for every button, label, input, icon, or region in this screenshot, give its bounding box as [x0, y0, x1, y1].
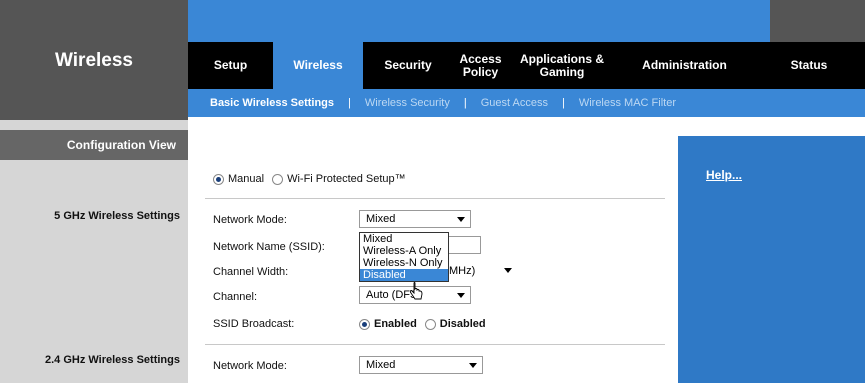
- setup-mode-radio-group: Manual Wi-Fi Protected Setup™: [213, 173, 414, 185]
- section-label-24ghz: 2.4 GHz Wireless Settings: [44, 354, 180, 366]
- dropdown-option-mixed[interactable]: Mixed: [360, 233, 448, 245]
- tab-applications-gaming[interactable]: Applications & Gaming: [508, 42, 616, 89]
- tab-administration[interactable]: Administration: [616, 42, 753, 89]
- wps-label: Wi-Fi Protected Setup™: [287, 173, 406, 185]
- ssid-broadcast-radio-group: Enabled Disabled: [359, 318, 494, 330]
- tab-setup[interactable]: Setup: [188, 42, 273, 89]
- subnav-separator: |: [561, 97, 565, 109]
- subnav-separator: |: [348, 97, 351, 109]
- header-banner: [188, 0, 770, 42]
- page-section-title: Wireless: [55, 50, 133, 71]
- manual-label: Manual: [228, 173, 265, 185]
- ssid-input[interactable]: [447, 236, 481, 254]
- wps-radio[interactable]: [272, 173, 284, 185]
- ssid-broadcast-disabled-radio[interactable]: [424, 318, 436, 330]
- ssid-broadcast-enabled-radio[interactable]: [359, 318, 370, 330]
- subnav-guest-access[interactable]: Guest Access: [481, 97, 548, 109]
- dropdown-option-wireless-a-only[interactable]: Wireless-A Only: [360, 245, 448, 257]
- subnav-separator: |: [463, 97, 467, 109]
- network-mode-select-5ghz[interactable]: Mixed: [359, 210, 471, 228]
- ssid-broadcast-disabled-option[interactable]: Disabled: [424, 318, 486, 330]
- chevron-down-icon: [457, 217, 465, 222]
- network-mode-value: Mixed: [366, 213, 396, 225]
- network-mode-label: Network Mode:: [213, 214, 287, 226]
- tab-wireless[interactable]: Wireless: [273, 42, 363, 89]
- ssid-broadcast-enabled-option[interactable]: Enabled: [359, 318, 417, 330]
- network-mode-label-24ghz: Network Mode:: [213, 360, 287, 372]
- divider: [205, 344, 665, 345]
- channel-label: Channel:: [213, 291, 258, 303]
- chevron-down-icon: [504, 268, 512, 273]
- tab-status[interactable]: Status: [753, 42, 865, 89]
- main-tabs: Setup Wireless Security Access Policy Ap…: [188, 42, 865, 89]
- dropdown-option-disabled[interactable]: Disabled: [360, 269, 448, 281]
- configuration-view-heading: Configuration View: [0, 130, 188, 160]
- ssid-broadcast-label: SSID Broadcast:: [213, 318, 295, 330]
- help-link[interactable]: Help...: [706, 168, 742, 182]
- dropdown-option-wireless-n-only[interactable]: Wireless-N Only: [360, 257, 448, 269]
- channel-width-select[interactable]: MHz): [447, 262, 518, 280]
- network-mode-value-24ghz: Mixed: [366, 359, 396, 371]
- subnav-wireless-mac-filter[interactable]: Wireless MAC Filter: [579, 97, 676, 109]
- channel-width-value: MHz): [449, 265, 476, 277]
- divider: [205, 198, 665, 199]
- chevron-down-icon: [469, 363, 477, 368]
- subnav-basic-wireless-settings[interactable]: Basic Wireless Settings: [210, 97, 334, 109]
- ssid-label: Network Name (SSID):: [213, 241, 325, 253]
- manual-radio[interactable]: [213, 173, 224, 185]
- hand-cursor-icon: [410, 282, 423, 300]
- section-label-5ghz: 5 GHz Wireless Settings: [54, 210, 180, 222]
- subnav-wireless-security[interactable]: Wireless Security: [365, 97, 450, 109]
- tab-security[interactable]: Security: [363, 42, 453, 89]
- network-mode-dropdown-list: Mixed Wireless-A Only Wireless-N Only Di…: [359, 232, 449, 282]
- ssid-broadcast-disabled-label: Disabled: [439, 318, 486, 330]
- network-mode-select-24ghz[interactable]: Mixed: [359, 356, 483, 374]
- ssid-broadcast-enabled-label: Enabled: [374, 318, 417, 330]
- manual-option[interactable]: Manual: [213, 173, 264, 185]
- chevron-down-icon: [457, 293, 465, 298]
- tab-access-policy[interactable]: Access Policy: [453, 42, 508, 89]
- channel-width-label: Channel Width:: [213, 266, 289, 278]
- wps-option[interactable]: Wi-Fi Protected Setup™: [272, 173, 406, 185]
- sub-navigation: Basic Wireless Settings | Wireless Secur…: [188, 89, 865, 117]
- header-corner: [770, 0, 865, 42]
